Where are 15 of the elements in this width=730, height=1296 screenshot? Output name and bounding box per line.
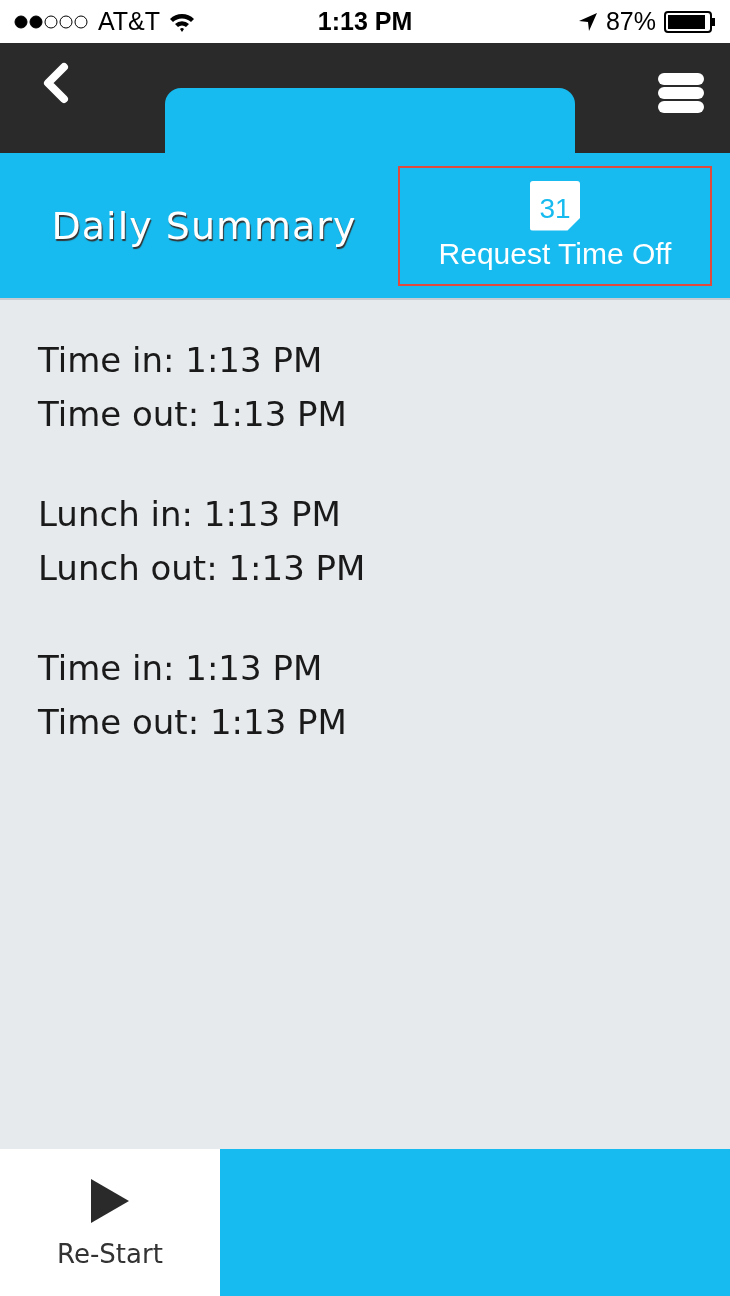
page-title: Daily Summary (50, 203, 358, 248)
summary-line: Time out: 1:13 PM (38, 702, 348, 742)
summary-line: Lunch in: 1:13 PM (38, 494, 342, 534)
calendar-icon: 31 (530, 180, 580, 231)
summary-line: Time in: 1:13 PM (38, 340, 324, 380)
play-icon (89, 1176, 131, 1225)
clock-time: 1:13 PM (317, 7, 413, 36)
battery-percent: 87% (605, 7, 656, 36)
carrier-name: AT&T (98, 7, 161, 36)
battery-icon (664, 10, 716, 33)
location-arrow-icon (577, 11, 598, 32)
summary-line: Time out: 1:13 PM (38, 394, 348, 434)
signal-icon (14, 14, 90, 29)
summary-line: Lunch out: 1:13 PM (38, 548, 367, 588)
summary-line: Time in: 1:13 PM (38, 648, 324, 688)
